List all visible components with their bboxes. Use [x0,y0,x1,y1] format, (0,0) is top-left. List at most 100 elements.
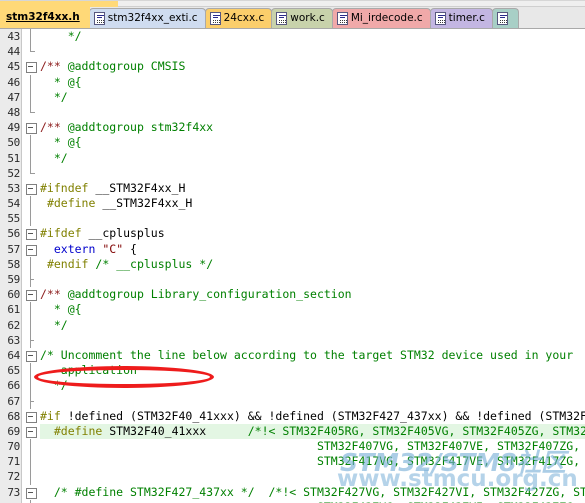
tab-mi-irdecode-c[interactable]: Mi_irdecode.c [331,8,431,28]
code-line[interactable]: 66 */ [0,378,585,394]
code-line-text: * @{ [40,302,82,317]
code-line[interactable]: 64 /* Uncomment the line below according … [0,348,585,363]
code-line[interactable]: 73 /* #define STM32F427_437xx */ /*!< ST… [0,485,585,500]
code-line[interactable]: 54 #define __STM32F4xx_H [0,196,585,212]
line-number: 73 [7,485,20,499]
fold-guide [23,150,40,166]
fold-toggle-icon[interactable] [23,485,40,500]
code-line-text: * @{ [40,75,82,90]
code-token: /* Uncomment the line below according to… [40,347,574,362]
code-line[interactable]: 48 [0,104,585,120]
fold-toggle-icon[interactable] [23,348,40,363]
code-line[interactable]: 52 [0,165,585,181]
code-line[interactable]: 59 [0,272,585,288]
code-line[interactable]: 56 #ifdef __cplusplus [0,226,585,241]
code-line[interactable]: 72 [0,469,585,485]
line-number: 49 [7,121,20,135]
code-line[interactable]: 50 * @{ [0,135,585,151]
tab-stm32f4xx-exti-c[interactable]: stm32f4xx_exti.c [88,8,206,28]
code-line[interactable]: 49 /** @addtogroup stm32f4xx [0,120,585,135]
line-number: 72 [7,470,20,484]
fold-guide [23,135,40,151]
code-token: { [123,241,137,256]
fold-toggle-icon[interactable] [23,242,40,257]
fold-toggle-icon[interactable] [23,59,40,74]
fold-toggle-icon[interactable] [23,226,40,241]
code-line[interactable]: 61 * @{ [0,302,585,318]
code-line[interactable]: 46 * @{ [0,74,585,90]
code-line-text: */ [40,29,82,44]
code-line[interactable]: 63 [0,332,585,349]
code-line-text: #define STM32F40_41xxx /*!< STM32F405RG,… [40,423,585,440]
code-line-text: */ [40,318,68,333]
code-line[interactable]: 60 /** @addtogroup Library_configuration_… [0,287,585,302]
tab-24cxx-c[interactable]: 24cxx.c [204,8,273,28]
code-token: * @{ [40,74,82,89]
tab-work-c[interactable]: work.c [271,8,333,28]
code-line[interactable]: 58 #endif /* __cplusplus */ [0,256,585,273]
fold-toggle-icon[interactable] [23,409,40,424]
line-number: 67 [7,394,20,408]
code-token: */ [40,89,68,104]
editor-tab-bar[interactable]: stm32f4xx.h stm32f4xx_exti.c 24cxx.c work.c… [0,7,585,28]
tab-extra-6[interactable] [491,8,519,28]
fold-toggle-icon[interactable] [23,120,40,135]
fold-toggle-icon[interactable] [23,181,40,196]
code-line[interactable]: 45 /** @addtogroup CMSIS [0,59,585,74]
line-number: 62 [7,318,20,332]
code-token: #ifndef [40,180,89,195]
code-token: /** [40,59,61,74]
code-token: */ [40,378,68,393]
code-line-text: #endif /* __cplusplus */ [40,257,213,272]
code-line-text: */ [40,90,68,105]
code-token: STM32F40_41xxx [102,423,248,438]
code-token: /*!< STM32F405RG, STM32F405VG, STM32F405… [247,423,585,438]
code-line[interactable]: 57 extern "C" { [0,242,585,257]
fold-guide [23,469,40,485]
code-token: @addtogroup stm32f4xx [60,120,214,135]
tab-timer-c[interactable]: timer.c [429,8,493,28]
tab-label: timer.c [448,12,485,25]
code-text-area[interactable]: 43 */44 45/** @addtogroup CMSIS 46 * @{47 … [0,29,585,503]
tab-stm32f4xx-h[interactable]: stm32f4xx.h [0,7,90,28]
line-number: 48 [7,105,20,119]
fold-guide [23,454,40,470]
code-token: #if [40,408,61,423]
code-line-text: /* Uncomment the line below according to… [40,348,573,363]
code-token: /** [40,287,61,302]
code-token: /* #define STM32F427_437xx */ /*!< STM32… [40,484,585,499]
code-token: */ [40,317,68,332]
code-line[interactable]: 68 #if !defined (STM32F40_41xxx) && !defi… [0,409,585,424]
fold-guide [23,378,40,394]
line-number: 66 [7,379,20,393]
code-token: * @{ [40,135,82,150]
line-number: 59 [7,273,20,286]
line-number: 56 [7,227,20,241]
line-number: 71 [7,455,20,469]
line-number: 70 [7,440,20,454]
code-line-text: application [40,363,137,378]
code-line[interactable]: 53 #ifndef __STM32F4xx_H [0,181,585,196]
code-line[interactable]: 67 [0,393,585,409]
fold-guide [23,74,40,90]
code-line[interactable]: 65 application [0,363,585,379]
code-line[interactable]: 62 */ [0,317,585,333]
fold-guide [23,29,40,45]
fold-guide [23,256,40,273]
code-line[interactable]: 71 STM32F417VG, STM32F417VE, STM32F417ZG… [0,454,585,470]
fold-toggle-icon[interactable] [23,287,40,302]
file-c-icon [496,12,508,25]
line-number: 63 [7,333,20,347]
code-line[interactable]: 69 #define STM32F40_41xxx /*!< STM32F405… [0,423,585,440]
code-line[interactable]: 47 */ [0,89,585,106]
code-line[interactable]: 51 */ [0,150,585,166]
code-line[interactable]: 44 [0,44,585,59]
code-line[interactable]: 55 [0,211,585,227]
code-line[interactable]: 70 STM32F407VG, STM32F407VE, STM32F407ZG… [0,439,585,455]
code-line[interactable]: 43 */ [0,29,585,45]
line-number: 46 [7,75,20,89]
fold-toggle-icon[interactable] [23,424,40,439]
line-number: 65 [7,364,20,378]
code-editor-pane[interactable]: 43 */44 45/** @addtogroup CMSIS 46 * @{47 … [0,28,585,503]
